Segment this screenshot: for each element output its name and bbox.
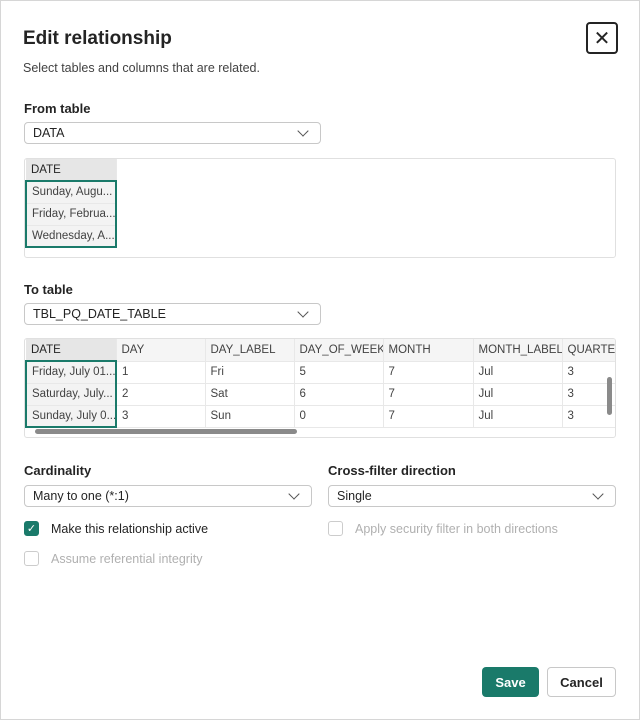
crossfilter-select[interactable]: Single — [328, 485, 616, 507]
table-row: Saturday, July... 2 Sat 6 7 Jul 3 — [25, 383, 615, 406]
cardinality-select[interactable]: Many to one (*:1) — [24, 485, 312, 507]
column-header[interactable]: DATE — [26, 339, 117, 362]
table-cell[interactable]: Friday, Februa... — [25, 203, 117, 226]
dialog-subtitle: Select tables and columns that are relat… — [23, 61, 260, 75]
table-cell[interactable]: 1 — [116, 361, 206, 384]
table-cell[interactable]: 0 — [294, 405, 384, 428]
column-header[interactable]: DAY_LABEL — [205, 339, 295, 362]
table-row: Friday, July 01... 1 Fri 5 7 Jul 3 — [25, 360, 615, 384]
to-table-value: TBL_PQ_DATE_TABLE — [33, 307, 166, 321]
table-cell[interactable]: Sun — [205, 405, 295, 428]
active-label: Make this relationship active — [51, 521, 209, 536]
table-cell[interactable]: Jul — [473, 361, 563, 384]
to-table-label: To table — [24, 282, 73, 297]
from-table-select[interactable]: DATA — [24, 122, 321, 144]
security-label: Apply security filter in both directions — [355, 521, 558, 536]
cardinality-label: Cardinality — [24, 463, 92, 478]
chevron-down-icon — [288, 488, 300, 500]
dialog-title: Edit relationship — [23, 28, 172, 49]
checkbox-icon — [328, 521, 343, 536]
table-cell[interactable]: Jul — [473, 405, 563, 428]
checkmark-icon: ✓ — [24, 521, 39, 536]
table-cell[interactable]: Sunday, Augu... — [25, 180, 117, 204]
table-cell[interactable]: Fri — [205, 361, 295, 384]
active-checkbox[interactable]: ✓ Make this relationship active — [24, 521, 208, 536]
referential-integrity-checkbox[interactable]: Assume referential integrity — [24, 551, 202, 566]
table-cell[interactable]: Wednesday, A... — [25, 225, 117, 248]
column-header[interactable]: MONTH — [383, 339, 474, 362]
chevron-down-icon — [297, 306, 309, 318]
table-cell[interactable]: 7 — [383, 405, 474, 428]
table-cell[interactable]: Sat — [205, 383, 295, 406]
column-header[interactable]: MONTH_LABEL — [473, 339, 563, 362]
cancel-button[interactable]: Cancel — [547, 667, 616, 697]
table-cell[interactable]: 7 — [383, 383, 474, 406]
table-cell[interactable]: Saturday, July... — [25, 383, 117, 406]
chevron-down-icon — [592, 488, 604, 500]
table-row: Sunday, July 0... 3 Sun 0 7 Jul 3 — [25, 405, 615, 428]
close-button[interactable]: ✕ — [586, 22, 618, 54]
save-button[interactable]: Save — [482, 667, 539, 697]
table-cell[interactable]: Jul — [473, 383, 563, 406]
crossfilter-value: Single — [337, 489, 372, 503]
to-table-preview: DATE DAY DAY_LABEL DAY_OF_WEEK MONTH MONTH_LA… — [24, 338, 616, 438]
from-table-value: DATA — [33, 126, 65, 140]
chevron-down-icon — [297, 125, 309, 137]
table-cell[interactable]: 2 — [116, 383, 206, 406]
crossfilter-label: Cross-filter direction — [328, 463, 456, 478]
table-cell[interactable]: 3 — [116, 405, 206, 428]
column-header[interactable]: QUARTER — [562, 339, 615, 362]
column-header[interactable]: DAY_OF_WEEK — [294, 339, 384, 362]
integrity-label: Assume referential integrity — [51, 551, 203, 566]
table-cell[interactable]: Sunday, July 0... — [25, 405, 117, 428]
table-cell[interactable]: 5 — [294, 361, 384, 384]
table-cell[interactable]: Friday, July 01... — [25, 360, 117, 384]
close-icon: ✕ — [593, 27, 611, 50]
column-header[interactable]: DAY — [116, 339, 206, 362]
cardinality-value: Many to one (*:1) — [33, 489, 129, 503]
horizontal-scrollbar[interactable] — [35, 429, 297, 434]
table-cell[interactable]: 7 — [383, 361, 474, 384]
to-table-select[interactable]: TBL_PQ_DATE_TABLE — [24, 303, 321, 325]
security-filter-checkbox[interactable]: Apply security filter in both directions — [328, 521, 558, 536]
from-table-label: From table — [24, 101, 91, 116]
vertical-scrollbar[interactable] — [607, 377, 612, 415]
checkbox-icon — [24, 551, 39, 566]
from-table-preview: DATE Sunday, Augu... Friday, Februa... W… — [24, 158, 616, 258]
column-header-date[interactable]: DATE — [26, 159, 117, 182]
table-cell[interactable]: 6 — [294, 383, 384, 406]
